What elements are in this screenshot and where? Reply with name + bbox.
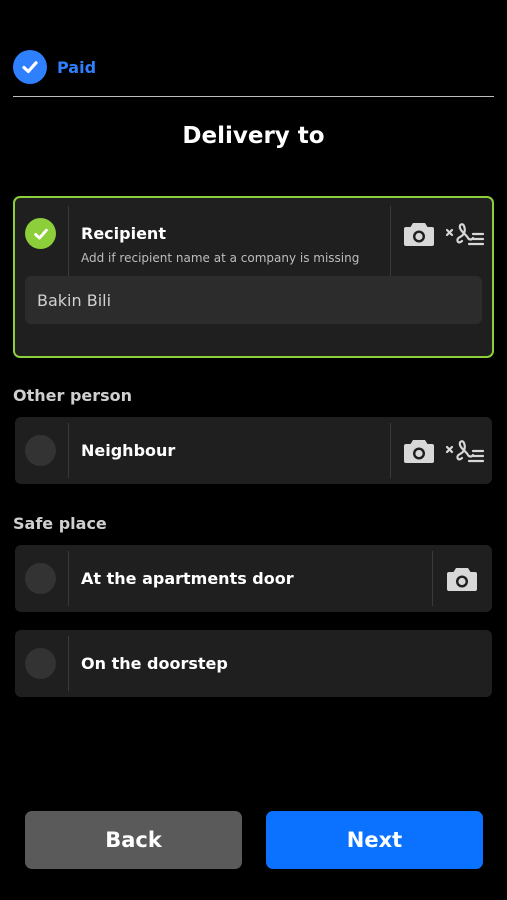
card-divider: [432, 551, 433, 606]
recipient-card[interactable]: Recipient Add if recipient name at a com…: [13, 196, 494, 358]
camera-icon: [447, 568, 477, 591]
signature-button[interactable]: [445, 218, 485, 250]
camera-icon: [404, 223, 434, 246]
recipient-title: Recipient: [81, 224, 166, 243]
check-icon: [33, 228, 48, 239]
card-divider: [390, 423, 391, 478]
signature-icon: [445, 440, 485, 463]
apartments-door-radio[interactable]: [25, 563, 56, 594]
section-other-person: Other person: [13, 386, 133, 405]
camera-button[interactable]: [401, 435, 437, 467]
neighbour-radio[interactable]: [25, 435, 56, 466]
back-button[interactable]: Back: [25, 811, 242, 869]
camera-icon: [404, 440, 434, 463]
section-safe-place: Safe place: [13, 514, 107, 533]
recipient-radio[interactable]: [25, 218, 56, 249]
paid-label: Paid: [57, 57, 97, 77]
recipient-name-field[interactable]: [25, 276, 482, 324]
doorstep-option[interactable]: On the doorstep: [15, 630, 492, 697]
card-divider: [68, 551, 69, 606]
doorstep-radio[interactable]: [25, 648, 56, 679]
apartments-door-option[interactable]: At the apartments door: [15, 545, 492, 612]
signature-icon: [445, 223, 485, 246]
page-title: Delivery to: [182, 123, 325, 149]
recipient-subtitle: Add if recipient name at a company is mi…: [81, 251, 360, 265]
check-icon: [13, 50, 47, 84]
next-button[interactable]: Next: [266, 811, 483, 869]
doorstep-label: On the doorstep: [81, 654, 228, 673]
header-divider: [13, 96, 494, 97]
camera-button[interactable]: [444, 563, 480, 595]
paid-status: Paid: [13, 50, 96, 84]
apartments-door-label: At the apartments door: [81, 569, 294, 588]
camera-button[interactable]: [401, 218, 437, 250]
neighbour-option[interactable]: Neighbour: [15, 417, 492, 484]
neighbour-label: Neighbour: [81, 441, 176, 460]
card-divider: [68, 423, 69, 478]
card-divider: [68, 636, 69, 691]
signature-button[interactable]: [445, 435, 485, 467]
